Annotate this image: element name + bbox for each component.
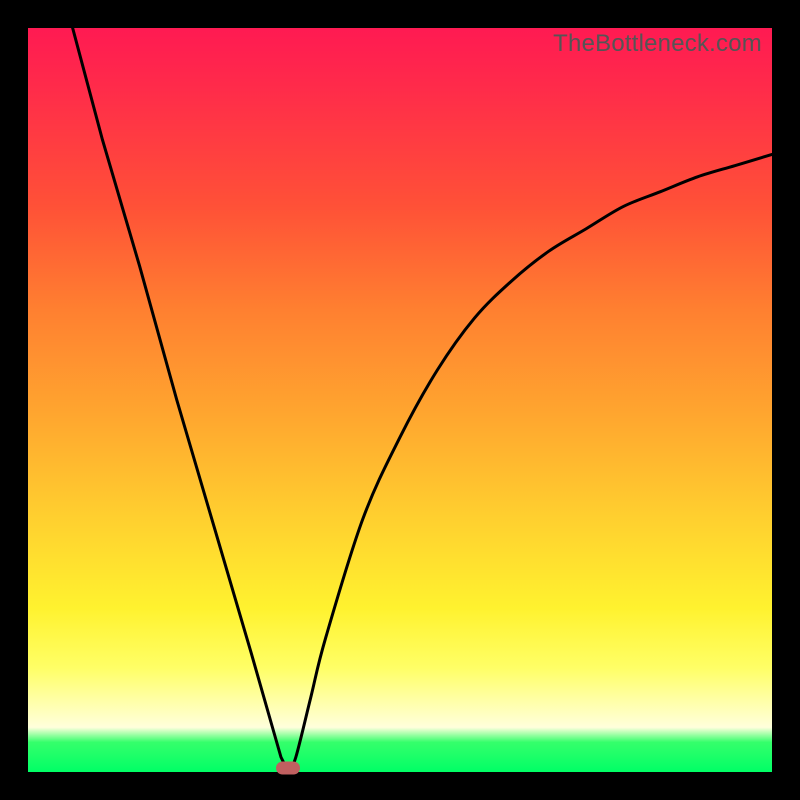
bottleneck-gradient-plot: TheBottleneck.com bbox=[28, 28, 772, 772]
optimal-point-marker bbox=[276, 762, 300, 775]
bottleneck-curve bbox=[28, 28, 772, 772]
